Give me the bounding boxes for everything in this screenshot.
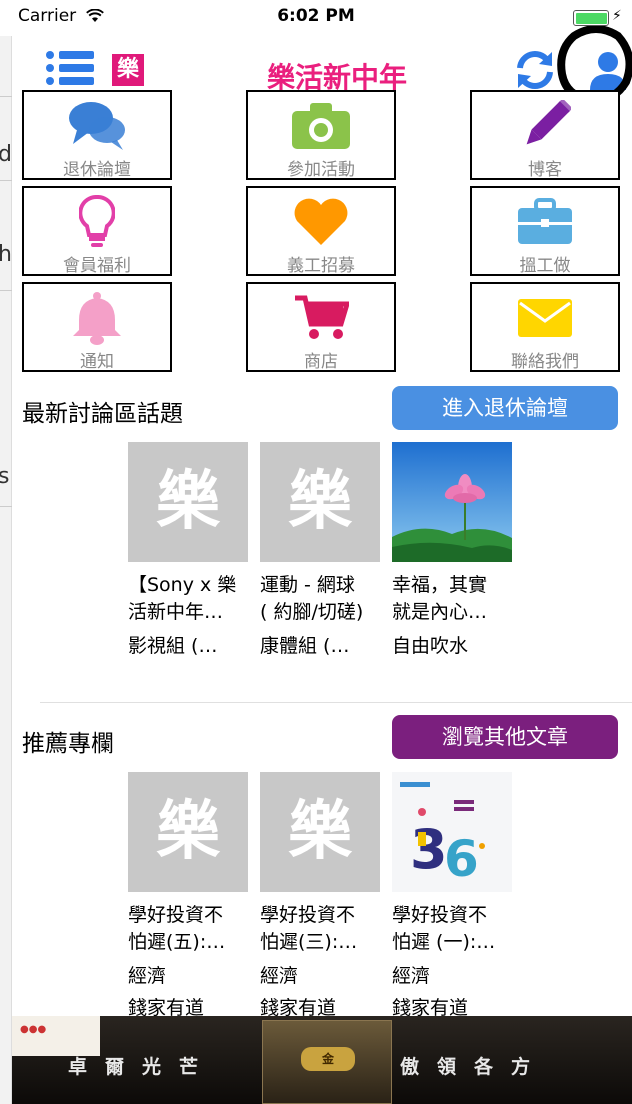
article-card[interactable]: 樂學好投資不 怕遲(三):… 經濟 錢家有道 (260, 772, 382, 1020)
article-card[interactable]: 樂運動 - 網球 ( 約腳/切磋) 康體組 (… (260, 442, 382, 658)
ad-left-text: 卓爾光芒 (68, 1056, 217, 1078)
article-title: 學好投資不 怕遲(五):… (128, 904, 226, 953)
article-thumbnail (392, 442, 512, 562)
menu-tile[interactable]: 通知 (22, 282, 172, 372)
article-category: 經濟 (260, 965, 299, 987)
article-category: 經濟 (392, 965, 431, 987)
article-title: 【Sony x 樂 活新中年… (128, 574, 237, 623)
menu-tile-label: 通知 (80, 352, 114, 372)
column-section-title: 推薦專欄 (22, 731, 114, 757)
status-bar: Carrier 6:02 PM ⚡ (0, 0, 632, 36)
pencil-icon (472, 98, 618, 154)
bell-icon (24, 290, 170, 346)
article-thumbnail: 樂 (128, 442, 248, 562)
envelope-icon (472, 290, 618, 346)
enter-forum-button[interactable]: 進入退休論壇 (392, 386, 618, 430)
menu-tile[interactable]: 博客 (470, 90, 620, 180)
camera-icon (248, 98, 394, 154)
svg-text:6: 6 (444, 830, 479, 888)
menu-tile[interactable]: 會員福利 (22, 186, 172, 276)
menu-tile[interactable]: 商店 (246, 282, 396, 372)
cart-icon (248, 290, 394, 346)
ad-product-box: 金 (262, 1020, 392, 1104)
clock: 6:02 PM (277, 6, 355, 26)
menu-tile-label: 博客 (528, 160, 562, 180)
menu-tile[interactable]: 退休論壇 (22, 90, 172, 180)
svg-text:3: 3 (410, 818, 448, 881)
article-thumbnail: 樂 (260, 772, 380, 892)
briefcase-icon (472, 194, 618, 250)
article-card[interactable]: 幸福，其實 就是內心… 自由吹水 (392, 442, 514, 658)
battery-icon (573, 10, 609, 26)
ad-brand-logo: ●●● (20, 1024, 47, 1035)
menu-tile[interactable]: 搵工做 (470, 186, 620, 276)
article-title: 幸福，其實 就是內心… (392, 574, 488, 623)
section-divider (40, 702, 632, 703)
article-card[interactable]: 樂學好投資不 怕遲(五):… 經濟 錢家有道 (128, 772, 250, 1020)
ad-gold-emblem: 金 (301, 1047, 355, 1071)
forum-section-title: 最新討論區話題 (22, 401, 183, 427)
article-category: 影視組 (… (128, 635, 218, 657)
article-title: 學好投資不 怕遲(三):… (260, 904, 358, 953)
article-category: 經濟 (128, 965, 167, 987)
menu-tile-label: 商店 (304, 352, 338, 372)
article-title: 運動 - 網球 ( 約腳/切磋) (260, 574, 364, 623)
ad-paper-corner: ●●● (12, 1016, 100, 1056)
menu-tile-label: 搵工做 (519, 256, 571, 276)
list-menu-icon[interactable] (46, 50, 94, 86)
refresh-icon[interactable] (514, 50, 556, 90)
menu-tile[interactable]: 聯絡我們 (470, 282, 620, 372)
nav-bar: 樂 樂活新中年 (12, 36, 632, 94)
app-screen: d h s Carrier 6:02 PM ⚡ 樂 樂活新中年 退休論壇 參加活… (0, 0, 632, 1104)
ad-right-text: 傲領各方 (400, 1056, 549, 1078)
article-thumbnail: 36 (392, 772, 512, 892)
article-category: 自由吹水 (392, 635, 469, 657)
article-card[interactable]: 3 6 學好投資不 怕遲 (一):… 經濟 錢家有道 (392, 772, 514, 1020)
article-title: 學好投資不 怕遲 (一):… (392, 904, 496, 953)
menu-tile-label: 參加活動 (287, 160, 355, 180)
article-thumbnail: 樂 (128, 772, 248, 892)
ad-banner[interactable]: ●●● 卓爾光芒 金 傲領各方 (12, 1016, 632, 1104)
app-logo: 樂 (112, 54, 144, 86)
menu-tile-label: 退休論壇 (63, 160, 131, 180)
menu-tile-label: 聯絡我們 (511, 352, 579, 372)
menu-tile[interactable]: 義工招募 (246, 186, 396, 276)
menu-tile-label: 會員福利 (63, 256, 131, 276)
background-page-edge: d h s (0, 36, 12, 1104)
chat-bubbles-icon (24, 98, 170, 154)
charging-icon: ⚡ (612, 8, 622, 24)
article-card[interactable]: 樂【Sony x 樂 活新中年… 影視組 (… (128, 442, 250, 658)
browse-articles-button[interactable]: 瀏覽其他文章 (392, 715, 618, 759)
lightbulb-icon (24, 194, 170, 250)
heart-icon (248, 194, 394, 250)
menu-tile-label: 義工招募 (287, 256, 355, 276)
menu-tile[interactable]: 參加活動 (246, 90, 396, 180)
article-thumbnail: 樂 (260, 442, 380, 562)
article-category: 康體組 (… (260, 635, 350, 657)
